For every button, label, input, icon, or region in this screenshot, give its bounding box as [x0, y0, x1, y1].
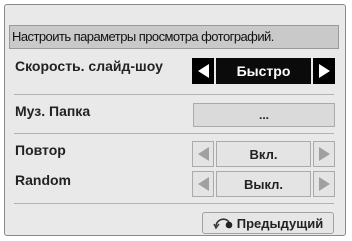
divider: [14, 133, 334, 134]
random-prev-button[interactable]: [192, 171, 214, 197]
random-label: Random: [15, 172, 71, 188]
slideshow-speed-next-button[interactable]: [313, 58, 335, 84]
random-next-button[interactable]: [313, 171, 335, 197]
triangle-left-icon: [197, 64, 209, 78]
music-folder-label: Муз. Папка: [15, 103, 91, 119]
divider: [14, 203, 334, 204]
slideshow-speed-value: Быстро: [216, 58, 311, 84]
previous-button-label: Предыдущий: [236, 215, 324, 231]
previous-button[interactable]: Предыдущий: [202, 212, 334, 234]
slideshow-speed-prev-button[interactable]: [192, 58, 214, 84]
triangle-right-icon: [318, 147, 330, 161]
slideshow-speed-selector[interactable]: Быстро: [192, 58, 335, 84]
triangle-right-icon: [318, 64, 330, 78]
triangle-left-icon: [197, 177, 209, 191]
music-folder-button[interactable]: ...: [193, 103, 335, 127]
repeat-next-button[interactable]: [313, 141, 335, 167]
random-selector[interactable]: Выкл.: [192, 171, 335, 197]
random-value: Выкл.: [216, 171, 311, 197]
repeat-value: Вкл.: [216, 141, 311, 167]
triangle-right-icon: [318, 177, 330, 191]
repeat-prev-button[interactable]: [192, 141, 214, 167]
panel-title: Настроить параметры просмотра фотографий…: [9, 25, 339, 49]
repeat-label: Повтор: [15, 142, 66, 158]
divider: [14, 94, 334, 95]
triangle-left-icon: [197, 147, 209, 161]
slideshow-speed-label: Скорость. слайд-шоу: [15, 58, 163, 74]
return-arrow-icon: [213, 218, 233, 230]
repeat-selector[interactable]: Вкл.: [192, 141, 335, 167]
